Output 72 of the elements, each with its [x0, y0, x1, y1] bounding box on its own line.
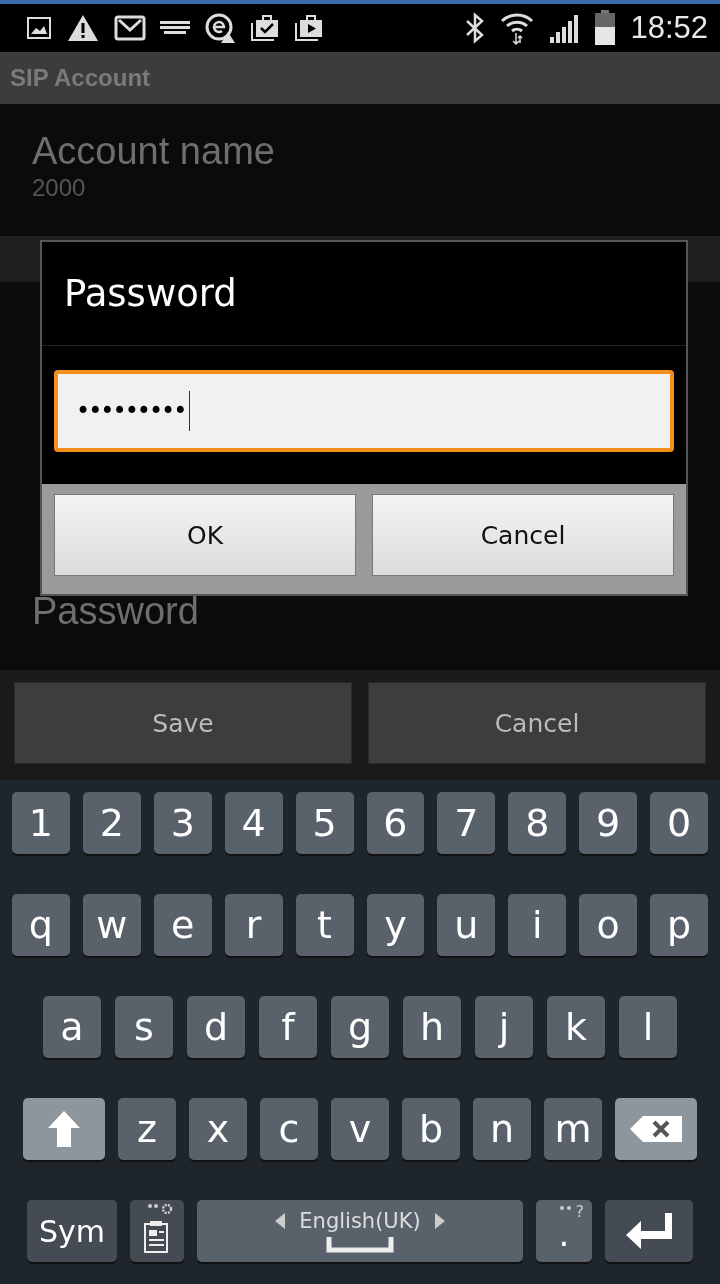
key[interactable]: g	[331, 996, 389, 1058]
key[interactable]: z	[118, 1098, 176, 1160]
action-button[interactable]: Save	[14, 682, 352, 764]
keyboard-icon	[160, 21, 190, 35]
key[interactable]: 7	[437, 792, 496, 854]
period-key[interactable]: ? .	[536, 1200, 592, 1262]
space-bar-icon	[326, 1237, 394, 1253]
screen-title: SIP Account	[10, 64, 151, 92]
mail-icon	[114, 15, 146, 41]
password-field[interactable]: •••••••••	[54, 370, 674, 452]
key-hint: ?	[575, 1202, 584, 1221]
setting-value: 2000	[32, 174, 87, 202]
key[interactable]: 4	[224, 792, 283, 854]
shift-key[interactable]	[23, 1098, 105, 1160]
key[interactable]: 8	[508, 792, 567, 854]
signal-icon	[548, 13, 581, 43]
key[interactable]: k	[547, 996, 605, 1058]
key[interactable]: x	[189, 1098, 247, 1160]
key[interactable]: m	[544, 1098, 602, 1160]
key[interactable]: 6	[366, 792, 425, 854]
briefcase-play-icon	[294, 14, 324, 42]
key[interactable]: a	[43, 996, 101, 1058]
left-arrow-icon	[275, 1213, 286, 1229]
key[interactable]: 0	[650, 792, 709, 854]
language-label: English(UK)	[299, 1209, 421, 1233]
key[interactable]: s	[115, 996, 173, 1058]
key[interactable]: l	[619, 996, 677, 1058]
key[interactable]: e	[153, 894, 212, 956]
key[interactable]: r	[224, 894, 283, 956]
key[interactable]: 2	[82, 792, 141, 854]
key[interactable]: p	[650, 894, 709, 956]
dialog-button[interactable]: Cancel	[372, 494, 674, 576]
clock-time: 18:52	[630, 10, 708, 46]
clipboard-key[interactable]	[130, 1200, 184, 1262]
key[interactable]: o	[579, 894, 638, 956]
key[interactable]: u	[437, 894, 496, 956]
key[interactable]: 3	[153, 792, 212, 854]
key[interactable]: b	[402, 1098, 460, 1160]
key[interactable]: y	[366, 894, 425, 956]
key[interactable]: q	[11, 894, 70, 956]
key[interactable]: h	[403, 996, 461, 1058]
key[interactable]: i	[508, 894, 567, 956]
key[interactable]: v	[331, 1098, 389, 1160]
space-key[interactable]: English(UK)	[197, 1200, 523, 1262]
backspace-icon	[629, 1115, 683, 1143]
setting-label[interactable]: Account name	[32, 128, 688, 174]
picture-icon	[26, 16, 52, 40]
briefcase-check-icon	[250, 14, 280, 42]
key[interactable]: 1	[11, 792, 70, 854]
right-arrow-icon	[434, 1213, 445, 1229]
key[interactable]: c	[260, 1098, 318, 1160]
key[interactable]: f	[259, 996, 317, 1058]
dialog-title: Password	[42, 242, 686, 346]
key[interactable]: 9	[579, 792, 638, 854]
symbols-key[interactable]: Sym	[27, 1200, 117, 1262]
shift-arrow-icon	[47, 1110, 81, 1148]
key[interactable]: d	[187, 996, 245, 1058]
warning-icon	[66, 13, 100, 43]
key[interactable]: n	[473, 1098, 531, 1160]
dialog-button[interactable]: OK	[54, 494, 356, 576]
battery-icon	[594, 10, 617, 46]
action-button[interactable]: Cancel	[368, 682, 706, 764]
key[interactable]: w	[82, 894, 141, 956]
browser-warning-icon	[204, 12, 236, 44]
enter-key[interactable]	[605, 1200, 693, 1262]
key[interactable]: 5	[295, 792, 354, 854]
backspace-key[interactable]	[615, 1098, 697, 1160]
dots-icon	[560, 1206, 572, 1210]
key[interactable]: t	[295, 894, 354, 956]
key[interactable]: j	[475, 996, 533, 1058]
enter-icon	[625, 1211, 673, 1251]
wifi-icon	[500, 11, 535, 45]
